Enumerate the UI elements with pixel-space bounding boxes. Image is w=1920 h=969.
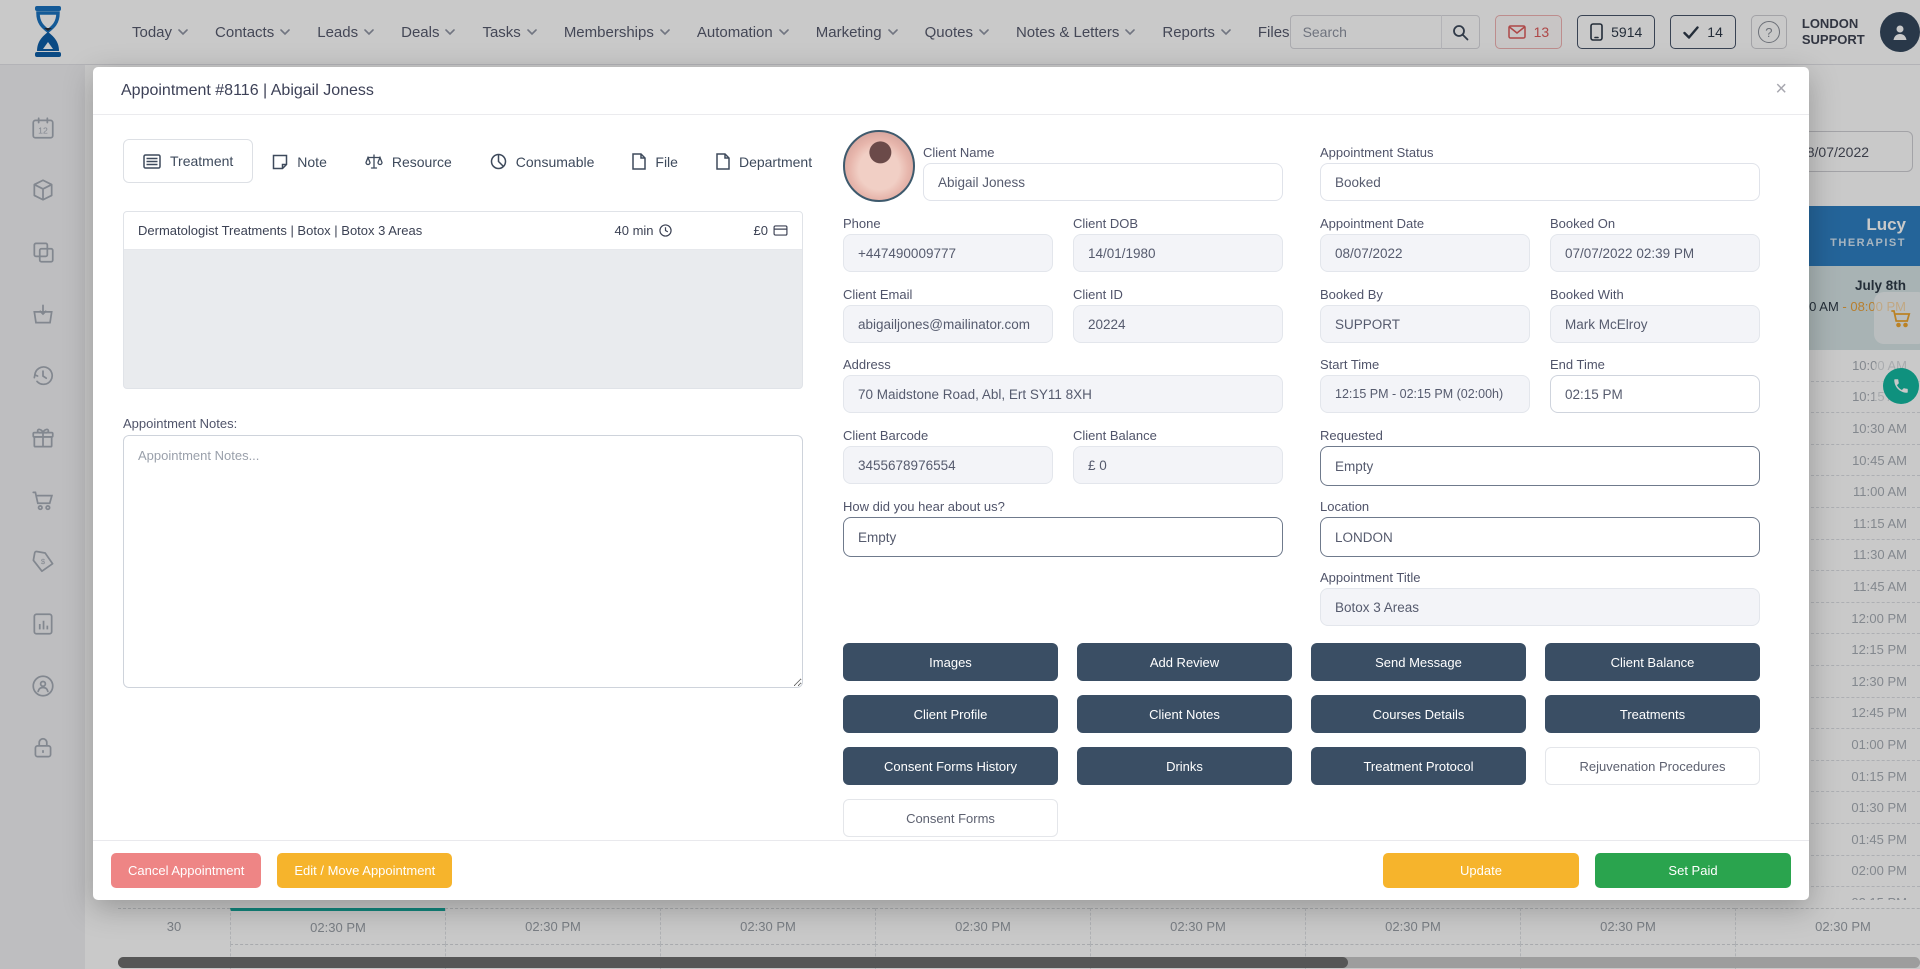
- consent-forms-history-button[interactable]: Consent Forms History: [843, 747, 1058, 785]
- appointment-title-label: Appointment Title: [1320, 570, 1420, 585]
- client-id-input[interactable]: [1073, 305, 1283, 343]
- action-buttons-grid: Images Add Review Send Message Client Balan…: [843, 643, 1760, 837]
- treatment-duration: 40 min: [615, 223, 672, 238]
- modal-header: Appointment #8116 | Abigail Joness ×: [93, 67, 1809, 115]
- tab-label: Treatment: [170, 153, 233, 169]
- client-profile-button[interactable]: Client Profile: [843, 695, 1058, 733]
- client-name-label: Client Name: [923, 145, 995, 160]
- treatment-name: Dermatologist Treatments | Botox | Botox…: [138, 223, 615, 238]
- file-icon: [632, 153, 646, 170]
- document-icon: [716, 153, 730, 170]
- tab-resource[interactable]: Resource: [346, 141, 471, 183]
- client-balance-label: Client Balance: [1073, 428, 1157, 443]
- start-time-input[interactable]: [1320, 375, 1530, 413]
- scale-icon: [365, 154, 383, 170]
- client-balance-input[interactable]: [1073, 446, 1283, 484]
- booked-with-input[interactable]: [1550, 305, 1760, 343]
- client-notes-button[interactable]: Client Notes: [1077, 695, 1292, 733]
- client-name-input[interactable]: [923, 163, 1283, 201]
- location-label: Location: [1320, 499, 1369, 514]
- consent-forms-button[interactable]: Consent Forms: [843, 799, 1058, 837]
- modal-tabs: Treatment Note Resource Consumable File …: [123, 139, 831, 183]
- location-select[interactable]: LONDON: [1320, 517, 1760, 557]
- tab-label: File: [655, 154, 678, 170]
- tab-note[interactable]: Note: [253, 141, 346, 183]
- start-time-label: Start Time: [1320, 357, 1379, 372]
- modal-footer: Cancel Appointment Edit / Move Appointme…: [93, 840, 1809, 900]
- card-icon: [773, 225, 788, 236]
- client-balance-button[interactable]: Client Balance: [1545, 643, 1760, 681]
- appointment-status-label: Appointment Status: [1320, 145, 1433, 160]
- treatment-price: £0: [754, 223, 788, 238]
- client-email-label: Client Email: [843, 287, 912, 302]
- tab-treatment[interactable]: Treatment: [123, 139, 253, 183]
- requested-select[interactable]: Empty: [1320, 446, 1760, 486]
- booked-by-label: Booked By: [1320, 287, 1383, 302]
- phone-label: Phone: [843, 216, 881, 231]
- client-email-input[interactable]: [843, 305, 1053, 343]
- cancel-appointment-button[interactable]: Cancel Appointment: [111, 853, 261, 888]
- edit-move-appointment-button[interactable]: Edit / Move Appointment: [277, 853, 452, 888]
- hear-about-label: How did you hear about us?: [843, 499, 1005, 514]
- tab-label: Resource: [392, 154, 452, 170]
- address-label: Address: [843, 357, 891, 372]
- address-input[interactable]: [843, 375, 1283, 413]
- tab-department[interactable]: Department: [697, 140, 831, 183]
- client-dob-label: Client DOB: [1073, 216, 1138, 231]
- add-review-button[interactable]: Add Review: [1077, 643, 1292, 681]
- modal-title: Appointment #8116 | Abigail Joness: [121, 82, 374, 100]
- update-button[interactable]: Update: [1383, 853, 1579, 888]
- set-paid-button[interactable]: Set Paid: [1595, 853, 1791, 888]
- requested-label: Requested: [1320, 428, 1383, 443]
- treatment-row[interactable]: Dermatologist Treatments | Botox | Botox…: [124, 212, 802, 250]
- treatment-protocol-button[interactable]: Treatment Protocol: [1311, 747, 1526, 785]
- phone-input[interactable]: [843, 234, 1053, 272]
- treatments-button[interactable]: Treatments: [1545, 695, 1760, 733]
- rejuvenation-procedures-button[interactable]: Rejuvenation Procedures: [1545, 747, 1760, 785]
- client-dob-input[interactable]: [1073, 234, 1283, 272]
- hear-about-select[interactable]: Empty: [843, 517, 1283, 557]
- booked-on-input[interactable]: [1550, 234, 1760, 272]
- appointment-notes-label: Appointment Notes:: [123, 416, 237, 431]
- booked-by-input[interactable]: [1320, 305, 1530, 343]
- tab-label: Department: [739, 154, 812, 170]
- end-time-label: End Time: [1550, 357, 1605, 372]
- drinks-button[interactable]: Drinks: [1077, 747, 1292, 785]
- treatment-icon: [143, 154, 161, 169]
- send-message-button[interactable]: Send Message: [1311, 643, 1526, 681]
- appointment-date-input[interactable]: [1320, 234, 1530, 272]
- appointment-date-label: Appointment Date: [1320, 216, 1424, 231]
- pie-chart-icon: [490, 153, 507, 170]
- appointment-notes-textarea[interactable]: [123, 435, 803, 688]
- client-barcode-label: Client Barcode: [843, 428, 928, 443]
- appointment-status-select[interactable]: Booked: [1320, 163, 1760, 201]
- end-time-input[interactable]: [1550, 375, 1760, 413]
- tab-consumable[interactable]: Consumable: [471, 140, 614, 183]
- booked-with-label: Booked With: [1550, 287, 1624, 302]
- appointment-modal: Appointment #8116 | Abigail Joness × Tre…: [93, 67, 1809, 900]
- booked-on-label: Booked On: [1550, 216, 1615, 231]
- client-id-label: Client ID: [1073, 287, 1123, 302]
- images-button[interactable]: Images: [843, 643, 1058, 681]
- tab-label: Note: [297, 154, 327, 170]
- tab-file[interactable]: File: [613, 140, 697, 183]
- courses-details-button[interactable]: Courses Details: [1311, 695, 1526, 733]
- client-photo[interactable]: [843, 130, 915, 202]
- clock-icon: [659, 224, 672, 237]
- close-icon[interactable]: ×: [1775, 79, 1787, 99]
- treatment-list: Dermatologist Treatments | Botox | Botox…: [123, 211, 803, 389]
- tab-label: Consumable: [516, 154, 595, 170]
- client-barcode-input[interactable]: [843, 446, 1053, 484]
- appointment-title-input[interactable]: [1320, 588, 1760, 626]
- note-icon: [272, 154, 288, 170]
- screen: TodayContactsLeadsDealsTasksMembershipsA…: [0, 0, 1920, 969]
